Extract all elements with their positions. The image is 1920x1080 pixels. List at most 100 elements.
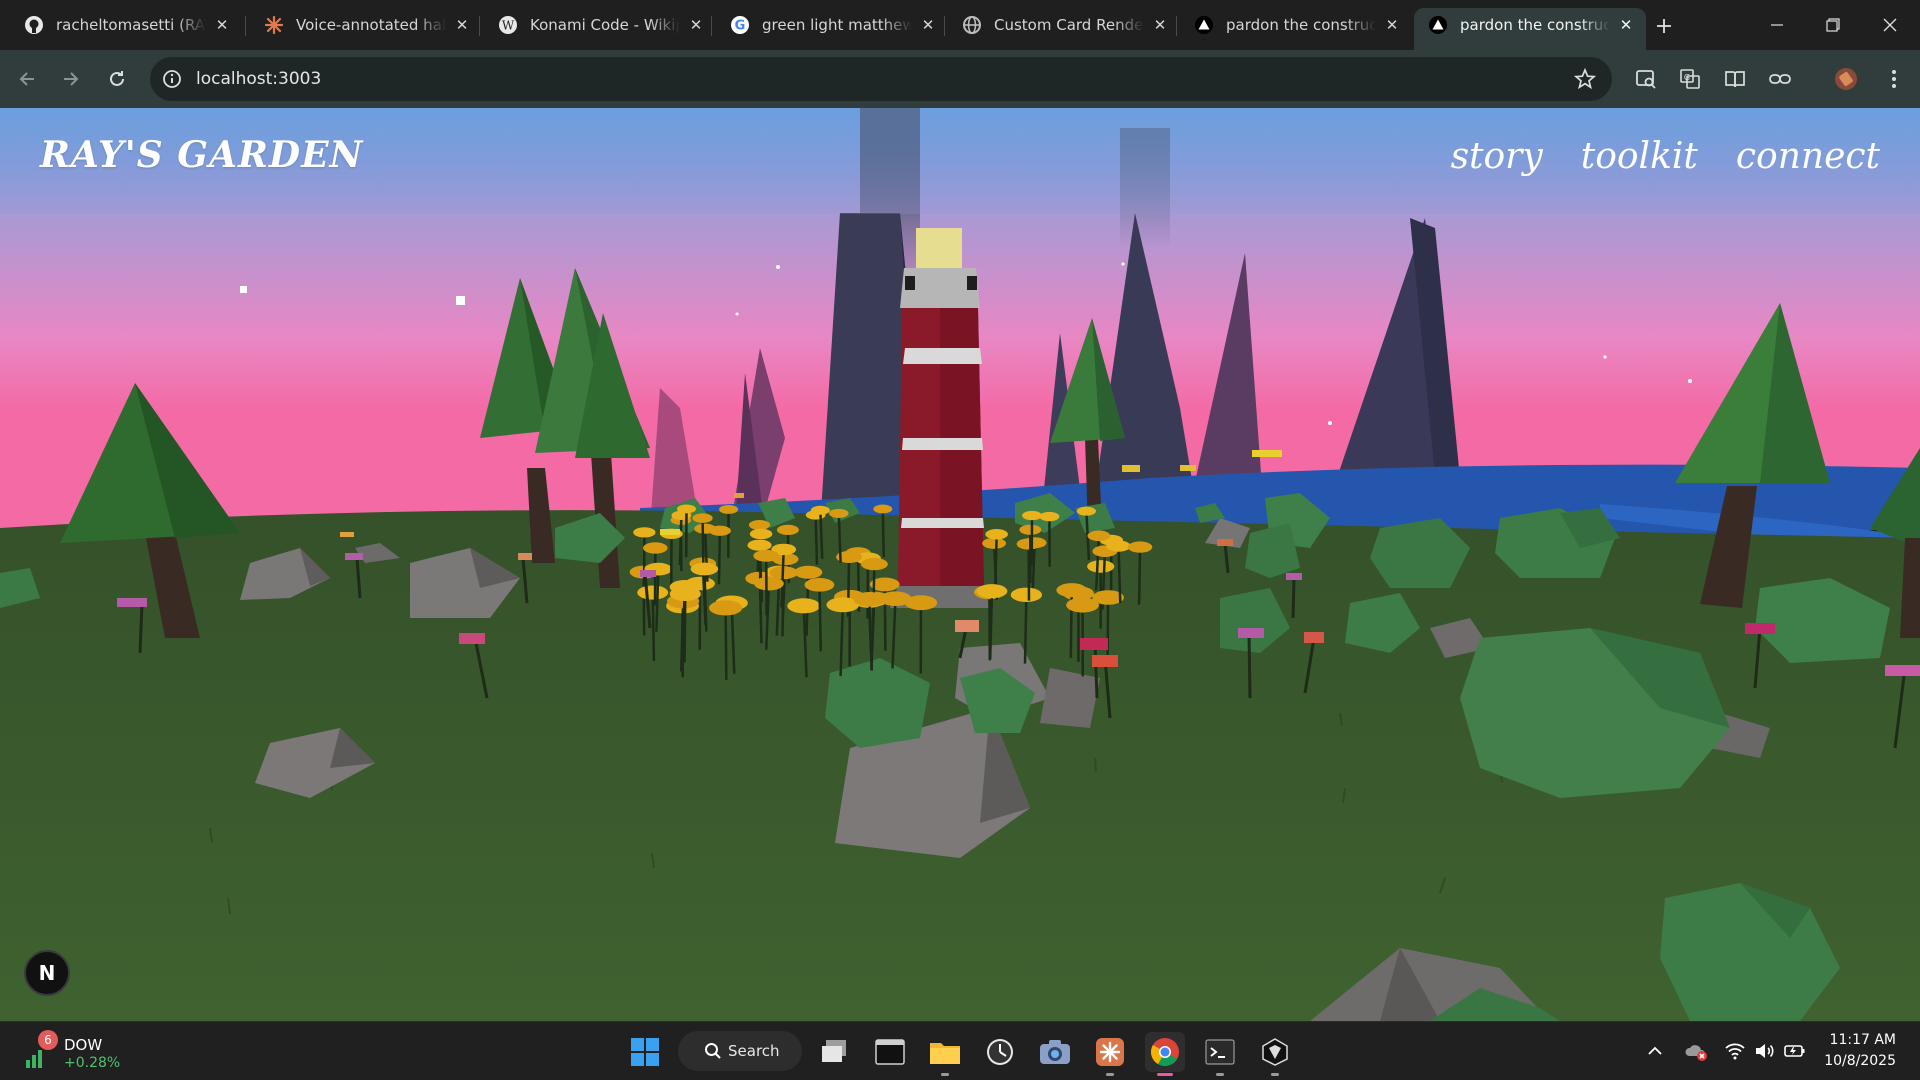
taskbar-search[interactable]: Search bbox=[678, 1031, 802, 1071]
extension-icon[interactable] bbox=[1832, 65, 1860, 93]
site-info-icon[interactable] bbox=[162, 69, 182, 89]
close-window-button[interactable] bbox=[1870, 10, 1910, 40]
sunflower-head bbox=[810, 505, 830, 515]
site-header: RAY'S GARDEN story toolkit connect bbox=[0, 108, 1920, 214]
active-indicator bbox=[1157, 1073, 1173, 1076]
sunflower-head bbox=[1010, 587, 1043, 602]
sunflower-head bbox=[719, 504, 739, 514]
taskbar-terminal-2-app[interactable] bbox=[1200, 1032, 1240, 1076]
svg-text:G: G bbox=[735, 19, 746, 34]
reload-button[interactable] bbox=[102, 64, 132, 94]
taskbar-terminal-app[interactable] bbox=[870, 1032, 910, 1072]
new-tab-button[interactable] bbox=[1650, 12, 1678, 40]
show-hidden-icons-chevron-up-icon[interactable] bbox=[1642, 1038, 1668, 1064]
running-indicator bbox=[1106, 1073, 1114, 1076]
command-prompt-icon bbox=[1205, 1039, 1235, 1065]
back-button[interactable] bbox=[12, 64, 42, 94]
lens-search-icon[interactable] bbox=[1632, 65, 1660, 93]
clock-time: 11:17 AM bbox=[1829, 1032, 1896, 1048]
sunflower-head bbox=[690, 562, 719, 576]
close-icon[interactable]: ✕ bbox=[686, 15, 706, 35]
page-viewport: RAY'S GARDEN story toolkit connect N bbox=[0, 108, 1920, 1021]
sunflower-head bbox=[829, 508, 849, 518]
tab-title: Voice-annotated habi bbox=[296, 16, 446, 34]
site-logo[interactable]: RAY'S GARDEN bbox=[40, 134, 363, 176]
taskbar-chrome-app[interactable] bbox=[1145, 1032, 1185, 1076]
sunflower-head bbox=[794, 565, 823, 579]
folder-icon bbox=[930, 1043, 960, 1064]
running-indicator bbox=[1271, 1073, 1279, 1076]
restore-button[interactable] bbox=[1813, 10, 1853, 40]
battery-icon[interactable] bbox=[1782, 1038, 1808, 1064]
sunflower-head bbox=[747, 539, 772, 551]
flower-stem bbox=[717, 530, 722, 585]
translate-icon[interactable]: G bbox=[1676, 65, 1704, 93]
stock-widget[interactable]: 6 DOW +0.28% bbox=[24, 1030, 134, 1074]
sunflower-head bbox=[860, 557, 888, 571]
system-clock[interactable]: 11:17 AM 10/8/2025 bbox=[1824, 1030, 1896, 1072]
sunflower-head bbox=[982, 537, 1007, 549]
wifi-icon[interactable] bbox=[1722, 1038, 1748, 1064]
tab-google[interactable]: G green light matthew ✕ bbox=[716, 8, 948, 42]
windows-logo-icon bbox=[631, 1038, 659, 1066]
stock-name: DOW bbox=[64, 1036, 103, 1054]
garden-3d-scene[interactable] bbox=[0, 108, 1920, 1021]
sunflower-head bbox=[787, 598, 821, 614]
nextjs-dev-badge[interactable]: N bbox=[24, 950, 70, 996]
browser-menu-icon[interactable] bbox=[1880, 65, 1908, 93]
taskbar-claude-app[interactable] bbox=[1090, 1032, 1130, 1076]
sunflower-head bbox=[1087, 530, 1111, 542]
address-bar[interactable]: localhost:3003 bbox=[150, 57, 1612, 101]
flower-stem bbox=[994, 534, 998, 589]
minimize-button[interactable] bbox=[1757, 10, 1797, 40]
flower-stem bbox=[1023, 594, 1028, 664]
search-icon bbox=[705, 1043, 721, 1059]
tab-title: green light matthew bbox=[762, 16, 912, 34]
close-icon[interactable]: ✕ bbox=[918, 15, 938, 35]
close-icon[interactable]: ✕ bbox=[1382, 15, 1402, 35]
clock-date: 10/8/2025 bbox=[1824, 1053, 1896, 1069]
sunflower-head bbox=[669, 586, 701, 601]
start-button[interactable] bbox=[625, 1032, 665, 1072]
taskbar-cursor-app[interactable] bbox=[1255, 1032, 1295, 1076]
nav-toolkit-link[interactable]: toolkit bbox=[1581, 136, 1698, 177]
google-icon: G bbox=[730, 15, 750, 35]
sunflower-head bbox=[708, 600, 743, 616]
onedrive-error-icon[interactable] bbox=[1683, 1038, 1709, 1064]
reading-mode-icon[interactable] bbox=[1721, 65, 1749, 93]
sunflower-head bbox=[1019, 524, 1042, 535]
close-icon[interactable]: ✕ bbox=[452, 15, 472, 35]
close-icon[interactable]: ✕ bbox=[212, 15, 232, 35]
tab-separator bbox=[944, 16, 945, 36]
flower-stem bbox=[651, 592, 656, 661]
taskbar-camera-app[interactable] bbox=[1035, 1032, 1075, 1072]
taskbar-file-explorer[interactable] bbox=[925, 1032, 965, 1076]
nav-connect-link[interactable]: connect bbox=[1736, 136, 1880, 177]
sunflower-head bbox=[643, 542, 668, 554]
github-icon bbox=[24, 15, 44, 35]
volume-icon[interactable] bbox=[1752, 1038, 1778, 1064]
url-text: localhost:3003 bbox=[196, 69, 322, 89]
task-view-button[interactable] bbox=[815, 1032, 855, 1072]
flower-stem bbox=[701, 518, 705, 569]
running-indicator bbox=[941, 1073, 949, 1076]
tab-konami[interactable]: W Konami Code - Wikip ✕ bbox=[484, 8, 716, 42]
taskbar-clock-app[interactable] bbox=[980, 1032, 1020, 1072]
tab-pardon-active[interactable]: pardon the constructi ✕ bbox=[1414, 8, 1646, 50]
sunflower-head bbox=[1127, 541, 1153, 553]
tab-custom-card[interactable]: Custom Card Renderi ✕ bbox=[948, 8, 1180, 42]
link-icon[interactable] bbox=[1766, 65, 1794, 93]
tab-title: Custom Card Renderi bbox=[994, 16, 1144, 34]
sunflower-head bbox=[748, 520, 771, 530]
flower-stem bbox=[1117, 546, 1122, 604]
bookmark-star-icon[interactable] bbox=[1573, 67, 1597, 90]
tab-voice[interactable]: Voice-annotated habi ✕ bbox=[250, 8, 482, 42]
forward-button[interactable] bbox=[56, 64, 86, 94]
tab-pardon-1[interactable]: pardon the constructi ✕ bbox=[1180, 8, 1412, 42]
tab-github[interactable]: racheltomasetti (RAY) ✕ bbox=[10, 8, 242, 42]
sunflower-head bbox=[1106, 540, 1131, 552]
clock-app-icon bbox=[987, 1039, 1013, 1065]
close-icon[interactable]: ✕ bbox=[1150, 15, 1170, 35]
close-icon[interactable]: ✕ bbox=[1616, 15, 1636, 35]
nav-story-link[interactable]: story bbox=[1451, 136, 1543, 177]
